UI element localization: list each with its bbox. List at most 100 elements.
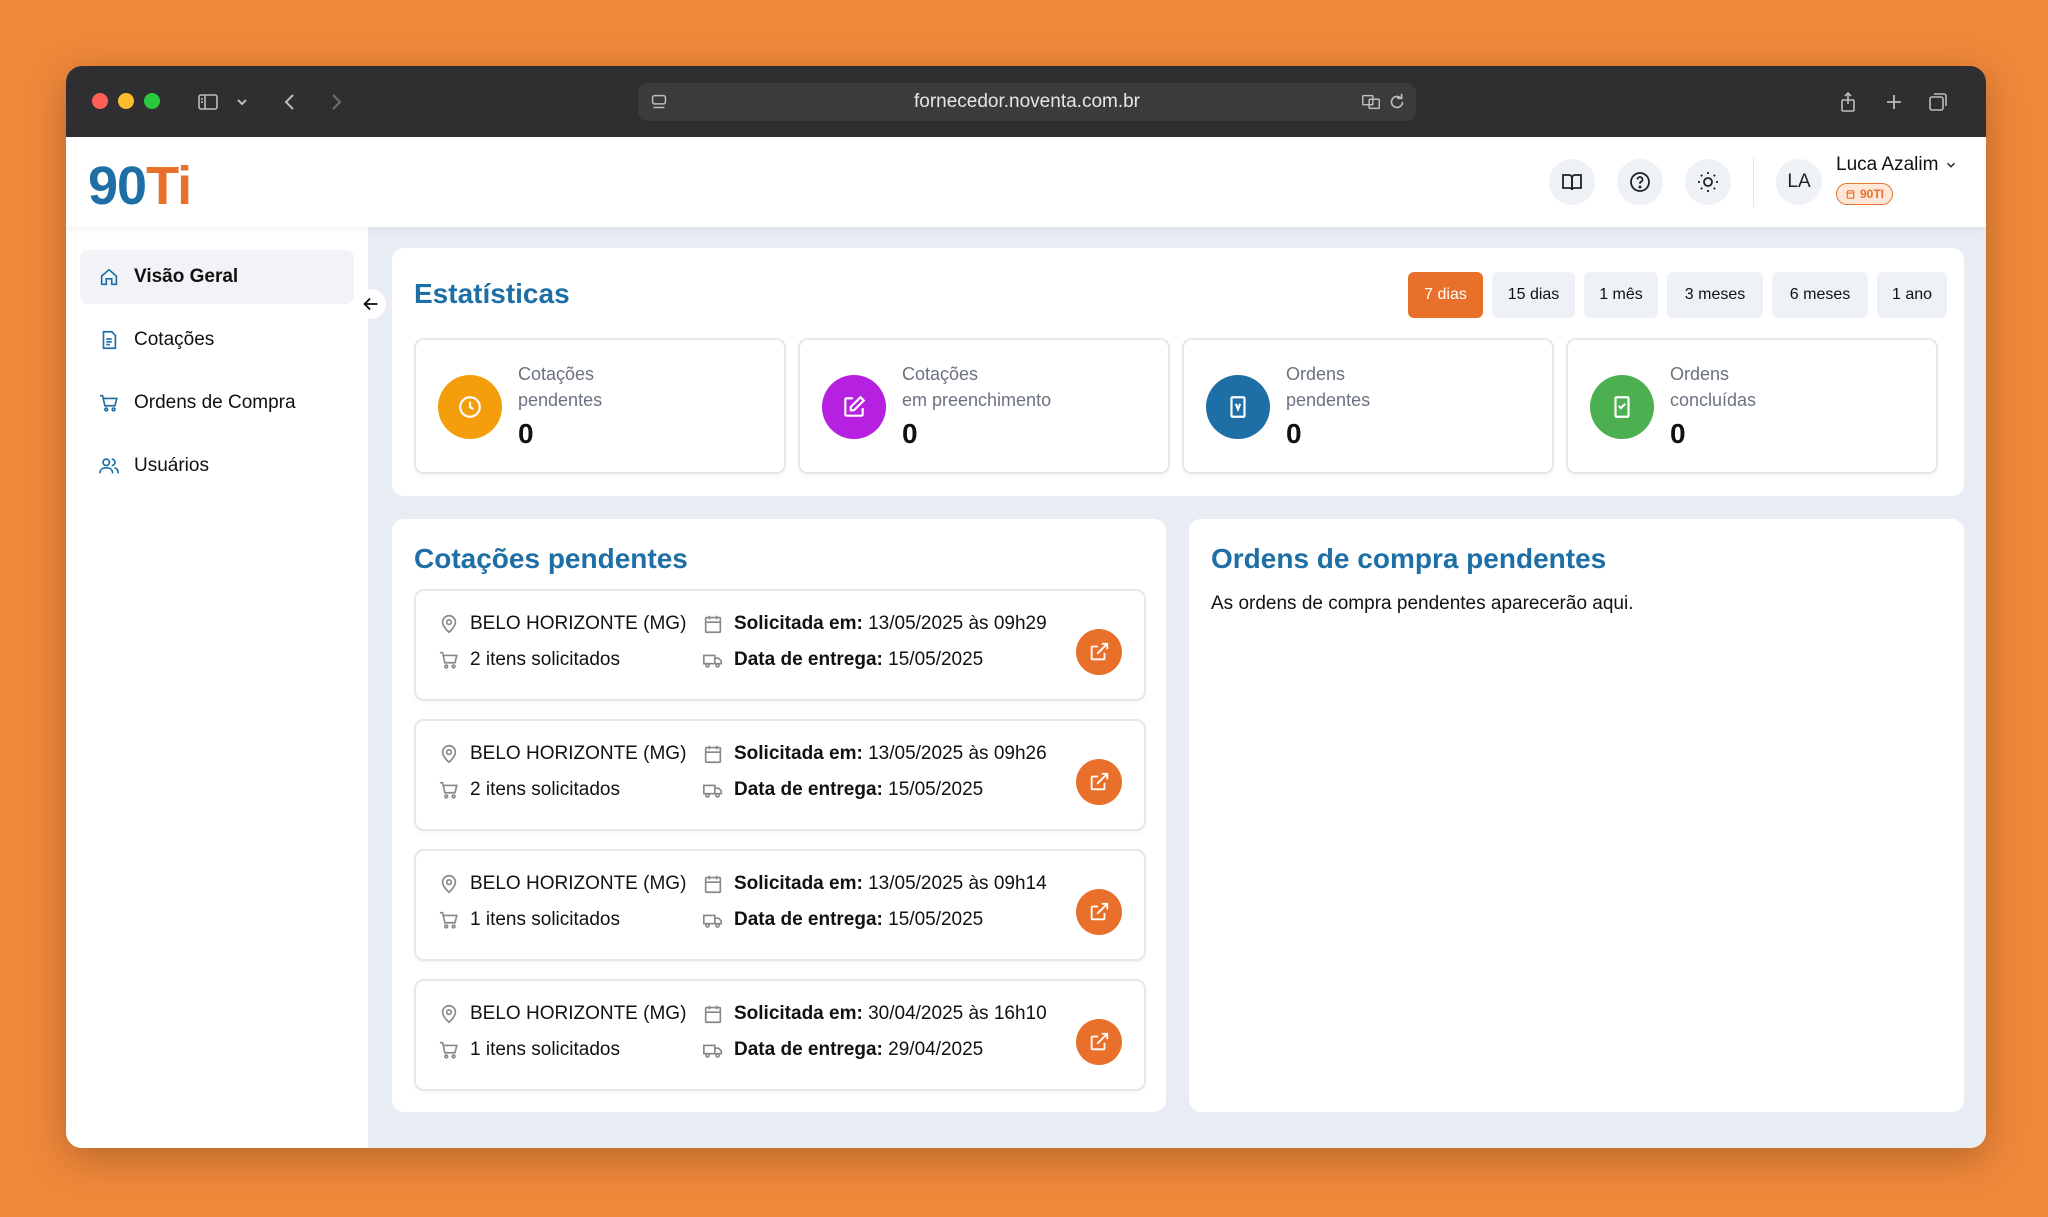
delivery-label: Data de entrega: [734,779,883,800]
stat-label-line1: Ordens [1670,364,1730,384]
address-bar[interactable]: fornecedor.noventa.com.br [638,83,1416,121]
stat-value: 0 [1286,418,1302,449]
calendar-icon [704,1005,722,1024]
range-3-months-button[interactable]: 3 meses [1667,272,1763,318]
sidebar-item-ordens-de-compra[interactable]: Ordens de Compra [80,376,354,430]
stat-card-pending-quotes[interactable]: Cotações pendentes 0 [414,338,786,474]
list-item[interactable]: BELO HORIZONTE (MG) 2 itens solicitados … [414,719,1146,831]
logo-part-number: 90 [88,156,147,216]
stat-card-pending-orders[interactable]: Ordens pendentes 0 [1182,338,1554,474]
sidebar-item-label: Cotações [134,329,215,350]
range-6-months-button[interactable]: 6 meses [1772,272,1868,318]
document-icon [102,330,117,350]
help-button[interactable] [1617,159,1663,205]
external-link-icon [1090,772,1109,791]
quote-items-count-text: 2 itens solicitados [470,649,620,670]
header-divider [1753,157,1754,207]
zoom-window-button[interactable] [144,93,160,109]
close-window-button[interactable] [92,93,108,109]
calendar-icon [704,745,722,764]
delivery-label: Data de entrega: [734,909,883,930]
truck-icon [703,654,723,668]
sidebar-item-cotacoes[interactable]: Cotações [80,313,354,367]
quote-items-count: 2 itens solicitados [438,649,620,671]
chevron-down-icon [1947,162,1956,168]
edit-icon [822,375,886,439]
sidebar-item-visao-geral[interactable]: Visão Geral [80,250,354,304]
range-7-days-button[interactable]: 7 dias [1408,272,1483,318]
truck-icon [703,914,723,928]
book-icon [1562,174,1582,191]
help-icon [1630,172,1650,192]
truck-icon [703,784,723,798]
cart-icon [439,651,458,669]
translate-icon[interactable] [1360,91,1382,119]
quote-delivery-date: Data de entrega: 29/04/2025 [702,1039,983,1061]
delivery-label: Data de entrega: [734,649,883,670]
minimize-window-button[interactable] [118,93,134,109]
range-15-days-button[interactable]: 15 dias [1492,272,1575,318]
pending-quotes-card: Cotações pendentes BELO HORIZONTE (MG) 2… [392,519,1166,1112]
new-tab-icon[interactable] [1880,88,1908,116]
clock-icon [438,375,502,439]
theme-toggle-button[interactable] [1685,159,1731,205]
chevron-down-icon[interactable] [228,88,256,116]
user-name: Luca Azalim [1836,154,1939,175]
requested-value: 13/05/2025 às 09h29 [862,613,1047,634]
arrow-left-icon [363,297,378,311]
app-header: 90Ti LA Luca Azalim 90TI [66,137,1986,227]
site-settings-icon[interactable] [648,91,670,119]
requested-value: 13/05/2025 às 09h14 [862,873,1047,894]
quote-items-count: 2 itens solicitados [438,779,620,801]
pending-orders-title: Ordens de compra pendentes [1211,543,1607,574]
share-icon[interactable] [1834,88,1862,116]
map-pin-icon [441,1004,457,1024]
empty-state-text: As ordens de compra pendentes aparecerão… [1211,593,1634,614]
users-icon [99,458,119,474]
back-icon[interactable] [276,88,304,116]
stat-label-line2: concluídas [1670,390,1757,410]
cart-icon [439,1041,458,1059]
requested-label: Solicitada em: [734,743,863,764]
quote-requested-date: Solicitada em: 13/05/2025 às 09h29 [702,613,1047,635]
collapse-sidebar-button[interactable] [356,289,386,319]
requested-label: Solicitada em: [734,613,863,634]
quote-delivery-date: Data de entrega: 15/05/2025 [702,649,983,671]
calendar-icon [704,615,722,634]
stat-label-line2: pendentes [518,390,603,410]
stat-card-quotes-in-progress[interactable]: Cotações em preenchimento 0 [798,338,1170,474]
stat-card-completed-orders[interactable]: Ordens concluídas 0 [1566,338,1938,474]
forward-icon[interactable] [322,88,350,116]
cart-icon [439,911,458,929]
quote-requested-date: Solicitada em: 30/04/2025 às 16h10 [702,1003,1047,1025]
avatar[interactable]: LA [1776,159,1822,205]
truck-icon [703,1044,723,1058]
open-quote-button[interactable] [1076,1019,1122,1065]
logo-part-text: Ti [146,156,192,216]
quote-location: BELO HORIZONTE (MG) [438,743,686,765]
bookmark-icon [1206,375,1270,439]
brand-logo[interactable]: 90Ti [88,155,192,217]
map-pin-icon [441,874,457,894]
stat-value: 0 [902,418,918,449]
list-item[interactable]: BELO HORIZONTE (MG) 2 itens solicitados … [414,589,1146,701]
cart-icon [99,394,118,412]
quote-requested-date: Solicitada em: 13/05/2025 às 09h26 [702,743,1047,765]
requested-label: Solicitada em: [734,873,863,894]
delivery-value: 29/04/2025 [882,1039,984,1060]
range-1-month-button[interactable]: 1 mês [1584,272,1658,318]
open-quote-button[interactable] [1076,759,1122,805]
docs-button[interactable] [1549,159,1595,205]
list-item[interactable]: BELO HORIZONTE (MG) 1 itens solicitados … [414,849,1146,961]
reload-icon[interactable] [1386,91,1408,119]
stat-value: 0 [518,418,534,449]
open-quote-button[interactable] [1076,889,1122,935]
range-1-year-button[interactable]: 1 ano [1877,272,1947,318]
tab-overview-icon[interactable] [1924,88,1952,116]
external-link-icon [1090,642,1109,661]
list-item[interactable]: BELO HORIZONTE (MG) 1 itens solicitados … [414,979,1146,1091]
sidebar-toggle-icon[interactable] [194,88,222,116]
sidebar-item-usuarios[interactable]: Usuários [80,439,354,493]
user-menu[interactable]: Luca Azalim [1836,154,1958,176]
open-quote-button[interactable] [1076,629,1122,675]
